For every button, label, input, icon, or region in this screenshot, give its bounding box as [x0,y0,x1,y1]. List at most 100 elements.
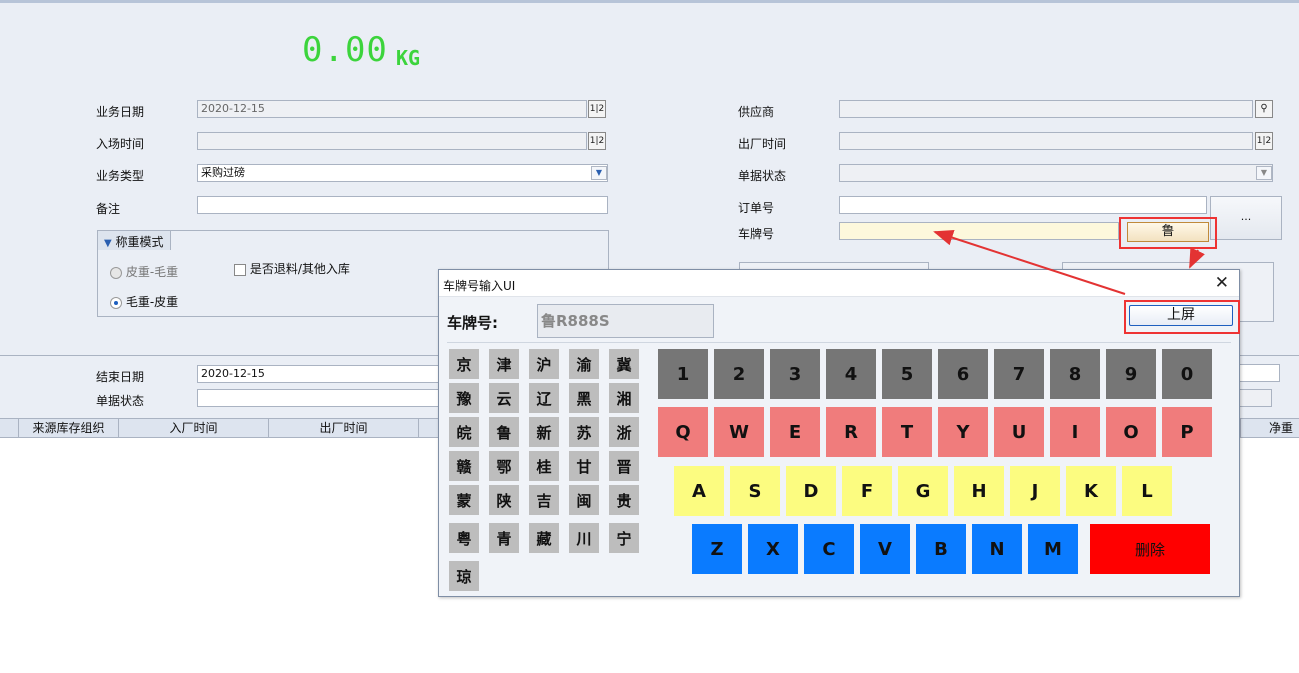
biz-type-select[interactable]: 采购过磅 [197,164,608,182]
province-button[interactable]: 鲁 [1127,222,1209,242]
letter-key[interactable]: U [994,407,1044,457]
province-key[interactable]: 津 [489,349,519,379]
province-key[interactable]: 鲁 [489,417,519,447]
letter-key[interactable]: W [714,407,764,457]
biz-date-field[interactable]: 2020-12-15 [197,100,587,118]
province-key[interactable]: 黑 [569,383,599,413]
province-key[interactable]: 粤 [449,523,479,553]
province-key[interactable]: 云 [489,383,519,413]
remark-input[interactable] [197,196,608,214]
letter-key[interactable]: G [898,466,948,516]
filter-field[interactable] [1236,389,1272,407]
digit-key[interactable]: 6 [938,349,988,399]
digit-key[interactable]: 1 [658,349,708,399]
ellipsis-button[interactable]: ... [1210,196,1282,240]
weigh-mode-header[interactable]: ▼ 称重模式 [97,230,171,250]
letter-key[interactable]: S [730,466,780,516]
digit-key[interactable]: 9 [1106,349,1156,399]
province-key[interactable]: 冀 [609,349,639,379]
province-key[interactable]: 川 [569,523,599,553]
col-net-weight[interactable]: 净重 [1240,419,1299,437]
submit-button[interactable]: 上屏 [1129,305,1233,326]
digit-key[interactable]: 5 [882,349,932,399]
search-icon[interactable]: ⚲ [1255,100,1273,118]
col-entry-time[interactable]: 入厂时间 [119,419,269,437]
col-exit-time[interactable]: 出厂时间 [269,419,419,437]
letter-key[interactable]: L [1122,466,1172,516]
return-checkbox[interactable]: 是否退料/其他入库 [234,260,350,277]
province-key[interactable]: 琼 [449,561,479,591]
digit-key[interactable]: 8 [1050,349,1100,399]
letter-key[interactable]: T [882,407,932,457]
supplier-field[interactable] [839,100,1253,118]
end-date-field[interactable]: 2020-12-15 [197,365,442,383]
province-key[interactable]: 渝 [569,349,599,379]
province-key[interactable]: 藏 [529,523,559,553]
digit-key[interactable]: 7 [994,349,1044,399]
province-key[interactable]: 吉 [529,485,559,515]
order-no-input[interactable] [839,196,1207,214]
letter-key[interactable]: B [916,524,966,574]
delete-button[interactable]: 删除 [1090,524,1210,574]
dialog-plate-field[interactable]: 鲁R888S [537,304,714,338]
province-key[interactable]: 桂 [529,451,559,481]
letter-key[interactable]: N [972,524,1022,574]
letter-key[interactable]: M [1028,524,1078,574]
letter-key[interactable]: C [804,524,854,574]
province-key[interactable]: 新 [529,417,559,447]
province-key[interactable]: 宁 [609,523,639,553]
province-key[interactable]: 湘 [609,383,639,413]
letter-key[interactable]: F [842,466,892,516]
filter-field[interactable] [1236,364,1280,382]
calendar-icon[interactable]: 1|2 [588,132,606,150]
province-key[interactable]: 浙 [609,417,639,447]
letter-key[interactable]: R [826,407,876,457]
province-key[interactable]: 陕 [489,485,519,515]
letter-key[interactable]: A [674,466,724,516]
province-key[interactable]: 沪 [529,349,559,379]
letter-key[interactable]: K [1066,466,1116,516]
province-key[interactable]: 皖 [449,417,479,447]
calendar-icon[interactable]: 1|2 [1255,132,1273,150]
province-key[interactable]: 晋 [609,451,639,481]
chevron-down-icon[interactable]: ▼ [1256,166,1272,180]
digit-key[interactable]: 3 [770,349,820,399]
province-key[interactable]: 甘 [569,451,599,481]
province-key[interactable]: 贵 [609,485,639,515]
province-key[interactable]: 蒙 [449,485,479,515]
exit-time-field[interactable] [839,132,1253,150]
entry-time-field[interactable] [197,132,587,150]
close-icon[interactable]: ✕ [1215,273,1229,293]
radio-tare-gross[interactable]: 皮重-毛重 [110,263,178,280]
digit-key[interactable]: 0 [1162,349,1212,399]
letter-key[interactable]: I [1050,407,1100,457]
letter-key[interactable]: Z [692,524,742,574]
letter-key[interactable]: D [786,466,836,516]
province-key[interactable]: 青 [489,523,519,553]
province-key[interactable]: 苏 [569,417,599,447]
filter-doc-status-select[interactable] [197,389,442,407]
province-key[interactable]: 豫 [449,383,479,413]
digit-key[interactable]: 2 [714,349,764,399]
province-key[interactable]: 京 [449,349,479,379]
province-key[interactable]: 闽 [569,485,599,515]
province-key[interactable]: 鄂 [489,451,519,481]
plate-input[interactable] [839,222,1119,240]
letter-key[interactable]: Y [938,407,988,457]
radio-gross-tare[interactable]: 毛重-皮重 [110,293,178,310]
province-key[interactable]: 辽 [529,383,559,413]
letter-key[interactable]: J [1010,466,1060,516]
letter-key[interactable]: H [954,466,1004,516]
letter-key[interactable]: O [1106,407,1156,457]
letter-key[interactable]: Q [658,407,708,457]
chevron-down-icon[interactable]: ▼ [591,166,607,180]
letter-key[interactable]: E [770,407,820,457]
doc-status-select[interactable] [839,164,1273,182]
digit-key[interactable]: 4 [826,349,876,399]
letter-key[interactable]: V [860,524,910,574]
province-key[interactable]: 赣 [449,451,479,481]
col-source-org[interactable]: 来源库存组织 [19,419,119,437]
letter-key[interactable]: P [1162,407,1212,457]
letter-key[interactable]: X [748,524,798,574]
calendar-icon[interactable]: 1|2 [588,100,606,118]
